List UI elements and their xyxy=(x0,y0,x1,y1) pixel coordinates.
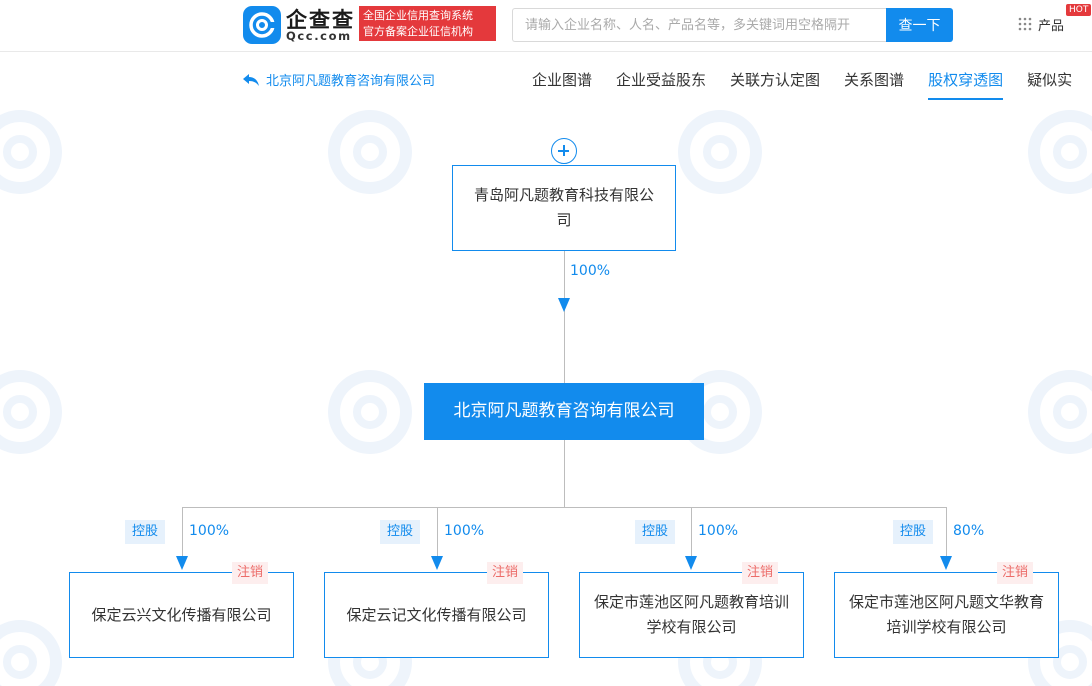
page: 企查查 Qcc.com 全国企业信用查询系统 官方备案企业征信机构 查一下 产品… xyxy=(0,0,1092,686)
connector-line xyxy=(182,507,183,557)
child-share-pct: 100% xyxy=(189,523,230,539)
cancelled-tag: 注销 xyxy=(742,562,779,584)
badge-line-2: 官方备案企业征信机构 xyxy=(363,25,473,38)
equity-tree: 青岛阿凡题教育科技有限公司 100% 北京阿凡题教育咨询有限公司 控股 100%… xyxy=(0,0,1092,686)
cancelled-tag: 注销 xyxy=(487,562,524,584)
holding-tag: 控股 xyxy=(380,520,421,544)
back-arrow-icon xyxy=(243,73,259,86)
arrow-down-icon xyxy=(176,556,188,570)
tab-related-party[interactable]: 关联方认定图 xyxy=(730,62,820,98)
connector-line xyxy=(564,440,565,507)
arrow-down-icon xyxy=(940,556,952,570)
products-label: 产品 xyxy=(1038,18,1065,34)
parent-share-pct: 100% xyxy=(570,263,611,279)
arrow-down-icon xyxy=(558,298,570,312)
tab-suspected[interactable]: 疑似实 xyxy=(1027,62,1072,98)
expand-plus-icon[interactable] xyxy=(551,138,577,164)
child-share-pct: 100% xyxy=(698,523,739,539)
cancelled-tag: 注销 xyxy=(232,562,269,584)
child-company-node[interactable]: 保定云兴文化传播有限公司 xyxy=(69,572,294,658)
child-company-node[interactable]: 保定云记文化传播有限公司 xyxy=(324,572,549,658)
connector-line xyxy=(564,251,565,383)
child-share-pct: 80% xyxy=(953,523,985,539)
official-badge: 全国企业信用查询系统 官方备案企业征信机构 xyxy=(359,6,496,41)
search-button[interactable]: 查一下 xyxy=(886,8,953,42)
connector-line xyxy=(946,507,947,557)
hot-badge: HOT xyxy=(1066,4,1092,16)
logo-domain[interactable]: Qcc.com xyxy=(286,29,352,43)
connector-line xyxy=(691,507,692,557)
arrow-down-icon xyxy=(431,556,443,570)
tab-bar: 企业图谱 企业受益股东 关联方认定图 关系图谱 股权穿透图 疑似实 xyxy=(532,62,1092,100)
search-input[interactable] xyxy=(512,8,887,42)
child-share-pct: 100% xyxy=(444,523,485,539)
holding-tag: 控股 xyxy=(893,520,934,544)
tab-relationship-graph[interactable]: 关系图谱 xyxy=(844,62,904,98)
holding-tag: 控股 xyxy=(125,520,166,544)
connector-line xyxy=(182,507,947,508)
parent-company-node[interactable]: 青岛阿凡题教育科技有限公司 xyxy=(452,165,676,251)
back-link[interactable]: 北京阿凡题教育咨询有限公司 xyxy=(242,70,435,89)
child-company-node[interactable]: 保定市莲池区阿凡题文华教育培训学校有限公司 xyxy=(834,572,1059,658)
top-header: 企查查 Qcc.com 全国企业信用查询系统 官方备案企业征信机构 查一下 产品… xyxy=(0,0,1092,52)
child-company-node[interactable]: 保定市莲池区阿凡题教育培训学校有限公司 xyxy=(579,572,804,658)
root-company-node[interactable]: 北京阿凡题教育咨询有限公司 xyxy=(424,383,704,440)
tab-enterprise-graph[interactable]: 企业图谱 xyxy=(532,62,592,98)
grid-icon xyxy=(1018,17,1032,31)
cancelled-tag: 注销 xyxy=(997,562,1034,584)
badge-line-1: 全国企业信用查询系统 xyxy=(363,9,473,22)
qcc-logo-icon[interactable] xyxy=(243,6,281,44)
back-link-label: 北京阿凡题教育咨询有限公司 xyxy=(266,74,436,89)
arrow-down-icon xyxy=(685,556,697,570)
tab-equity-penetration[interactable]: 股权穿透图 xyxy=(928,62,1004,100)
tab-beneficial-owners[interactable]: 企业受益股东 xyxy=(616,62,706,98)
holding-tag: 控股 xyxy=(635,520,676,544)
products-menu[interactable]: 产品 xyxy=(1018,14,1064,34)
connector-line xyxy=(437,507,438,557)
